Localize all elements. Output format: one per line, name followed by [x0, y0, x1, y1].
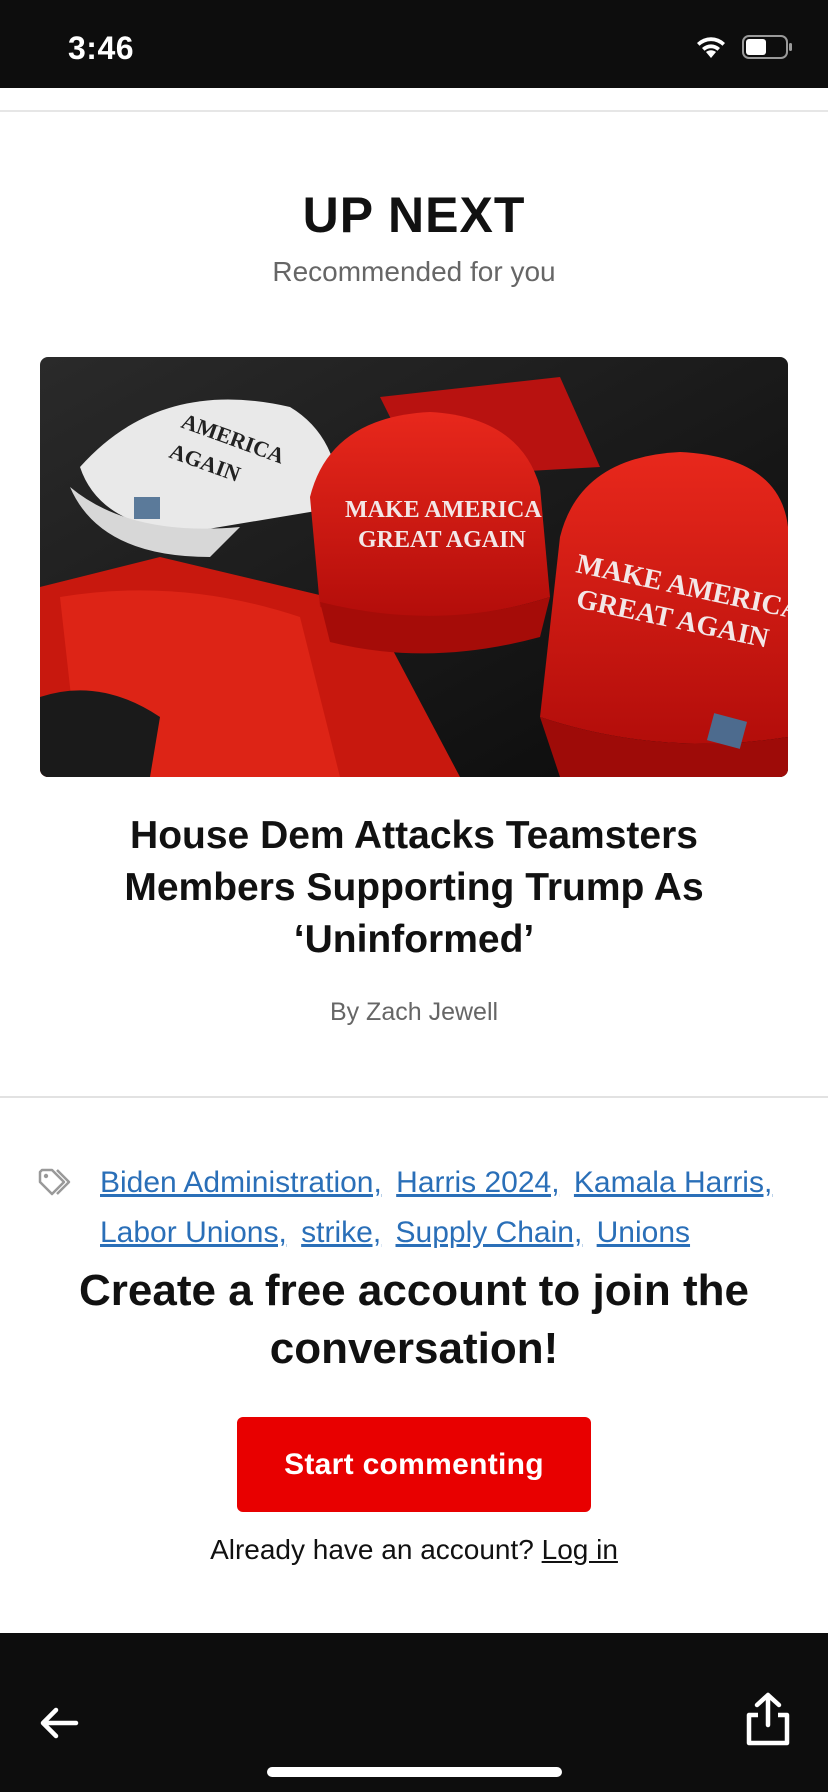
cta-title: Create a free account to join the conver… — [79, 1266, 749, 1373]
status-bar: 3:46 — [0, 0, 828, 88]
bottom-toolbar — [0, 1633, 828, 1792]
wifi-icon — [694, 34, 728, 60]
hat-text: GREAT AGAIN — [358, 527, 526, 553]
tag-link[interactable]: Supply Chain, — [396, 1216, 583, 1249]
section-subheading: Recommended for you — [272, 256, 556, 287]
status-icons — [694, 34, 794, 60]
section-heading: UP NEXT — [302, 187, 526, 243]
divider — [0, 1096, 828, 1098]
tag-link[interactable]: Harris 2024, — [396, 1166, 559, 1199]
divider — [0, 110, 828, 112]
tag-link[interactable]: strike, — [301, 1216, 381, 1249]
tag-icon — [38, 1168, 76, 1203]
tag-link[interactable]: Labor Unions, — [100, 1216, 287, 1249]
tag-link[interactable]: Kamala Harris, — [574, 1166, 772, 1199]
tag-link[interactable]: Biden Administration, — [100, 1166, 382, 1199]
login-link[interactable]: Log in — [542, 1534, 618, 1565]
battery-icon — [742, 35, 794, 59]
login-prompt-text: Already have an account? — [210, 1534, 534, 1565]
home-indicator[interactable] — [267, 1767, 562, 1777]
share-icon[interactable] — [744, 1691, 792, 1747]
article-byline: By Zach Jewell — [329, 998, 499, 1026]
tag-list: Biden Administration, Harris 2024, Kamal… — [100, 1158, 820, 1258]
hat-text: MAKE AMERICA — [345, 497, 542, 523]
arrow-left-icon[interactable] — [36, 1699, 84, 1747]
login-prompt: Already have an account? Log in — [0, 1534, 828, 1566]
start-commenting-button[interactable]: Start commenting — [237, 1417, 591, 1512]
tag-link[interactable]: Unions — [597, 1216, 690, 1249]
status-time: 3:46 — [68, 30, 135, 66]
article-title[interactable]: House Dem Attacks Teamsters Members Supp… — [70, 810, 758, 966]
article-image[interactable]: AMERICA AGAIN MAKE AMERICA GREAT AGAIN M… — [40, 357, 788, 777]
